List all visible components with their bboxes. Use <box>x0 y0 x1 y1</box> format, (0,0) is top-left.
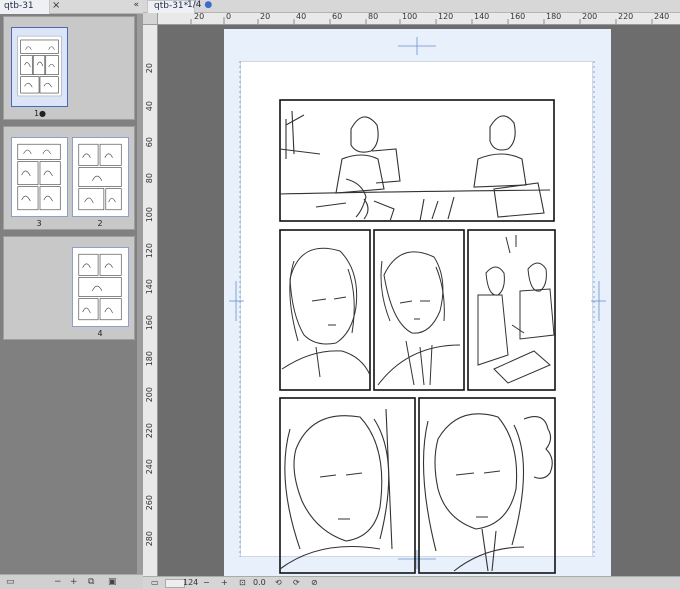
zoom-slider[interactable] <box>165 579 185 588</box>
page-row-3[interactable]: 4 <box>3 236 135 340</box>
page-row-2[interactable]: 3 2 <box>3 126 135 230</box>
ruler-label: 40 <box>145 101 154 112</box>
modified-dot-icon: ● <box>204 0 213 10</box>
fit-icon[interactable]: ⊡ <box>239 578 246 587</box>
ruler-label: 160 <box>145 315 154 331</box>
ruler-label: 180 <box>145 351 154 367</box>
ruler-ticks <box>190 17 653 24</box>
horizontal-ruler[interactable]: 20 0 20 40 60 80 100 120 140 160 180 200… <box>158 13 680 25</box>
panel-frames <box>279 99 556 574</box>
ruler-label: 240 <box>145 459 154 475</box>
zoom-slider-icon[interactable]: ▭ <box>6 577 15 587</box>
rotate-left-icon[interactable]: ⟲ <box>275 578 282 587</box>
canvas-area[interactable] <box>158 25 680 576</box>
page-row-1[interactable]: 1● <box>3 16 135 120</box>
document-tabbar: qtb-31* 1/4 ● <box>143 0 680 13</box>
panel-1-sketch <box>279 110 551 222</box>
page-thumbnail-1[interactable] <box>11 27 68 107</box>
page-manager-toolbar: ▭ − + ⧉ ▣ <box>0 574 143 589</box>
reset-rotation-icon[interactable]: ⊘ <box>311 578 318 587</box>
panel-3-sketch <box>377 251 461 386</box>
page-view-icon[interactable]: ▣ <box>108 577 117 587</box>
ruler-label: 60 <box>145 137 154 148</box>
close-icon[interactable]: × <box>52 0 60 11</box>
zoom-out-icon[interactable]: − <box>54 577 62 587</box>
ruler-label: 220 <box>145 423 154 439</box>
ruler-label: 260 <box>145 495 154 511</box>
panel-4-sketch <box>477 235 555 384</box>
vertical-ruler[interactable]: 20 40 60 80 100 120 140 160 180 200 220 … <box>143 25 158 576</box>
ruler-label: 20 <box>145 63 154 74</box>
ruler-label: 200 <box>145 387 154 403</box>
ruler-label: 100 <box>145 207 154 223</box>
page-indicator[interactable]: 1/4 ● <box>187 0 212 10</box>
canvas-status-bar: ▭ 124 − + ⊡ 0.0 ⟲ ⟳ ⊘ <box>143 576 680 589</box>
page-manager-tabbar: qtb-31 × « <box>0 0 143 14</box>
zoom-in-icon[interactable]: + <box>70 577 78 587</box>
rotate-right-icon[interactable]: ⟳ <box>293 578 300 587</box>
page-label-4: 4 <box>97 329 103 338</box>
panel-6-sketch <box>423 413 553 572</box>
manga-page-bleed[interactable] <box>224 29 611 576</box>
manga-sketch-page[interactable] <box>224 29 611 576</box>
page-thumbnail-3[interactable] <box>11 137 68 217</box>
panel-2-sketch <box>281 247 371 378</box>
zoom-value[interactable]: 124 <box>183 578 198 587</box>
page-thumbnail-4[interactable] <box>72 247 129 327</box>
navigator-icon[interactable]: ▭ <box>151 578 159 587</box>
page-label-1: 1● <box>33 109 47 118</box>
zoom-out-icon[interactable]: − <box>203 578 210 587</box>
ruler-label: 280 <box>145 531 154 547</box>
thumbnail-sketch <box>17 35 62 97</box>
page-label-3: 3 <box>36 219 42 228</box>
page-indicator-value: 1/4 <box>187 0 202 10</box>
ruler-label: 80 <box>145 173 154 184</box>
page-thumbnail-2[interactable] <box>72 137 129 217</box>
thumbnail-sketch <box>17 143 61 211</box>
page-manager-tab[interactable]: qtb-31 <box>0 0 50 14</box>
panel-5-sketch <box>279 408 393 570</box>
ruler-label: 140 <box>145 279 154 295</box>
zoom-in-icon[interactable]: + <box>221 578 228 587</box>
ruler-label: 120 <box>145 243 154 259</box>
angle-value[interactable]: 0.0 <box>253 578 266 587</box>
page-settings-icon[interactable]: ⧉ <box>88 577 94 587</box>
thumbnail-sketch <box>78 143 122 211</box>
page-label-2: 2 <box>97 219 103 228</box>
collapse-icon[interactable]: « <box>133 0 139 10</box>
ruler-corner <box>143 13 158 25</box>
page-manager-panel: qtb-31 × « 1● 3 2 4 ▭ − + ⧉ ▣ <box>0 0 143 589</box>
thumbnail-sketch <box>78 253 122 321</box>
